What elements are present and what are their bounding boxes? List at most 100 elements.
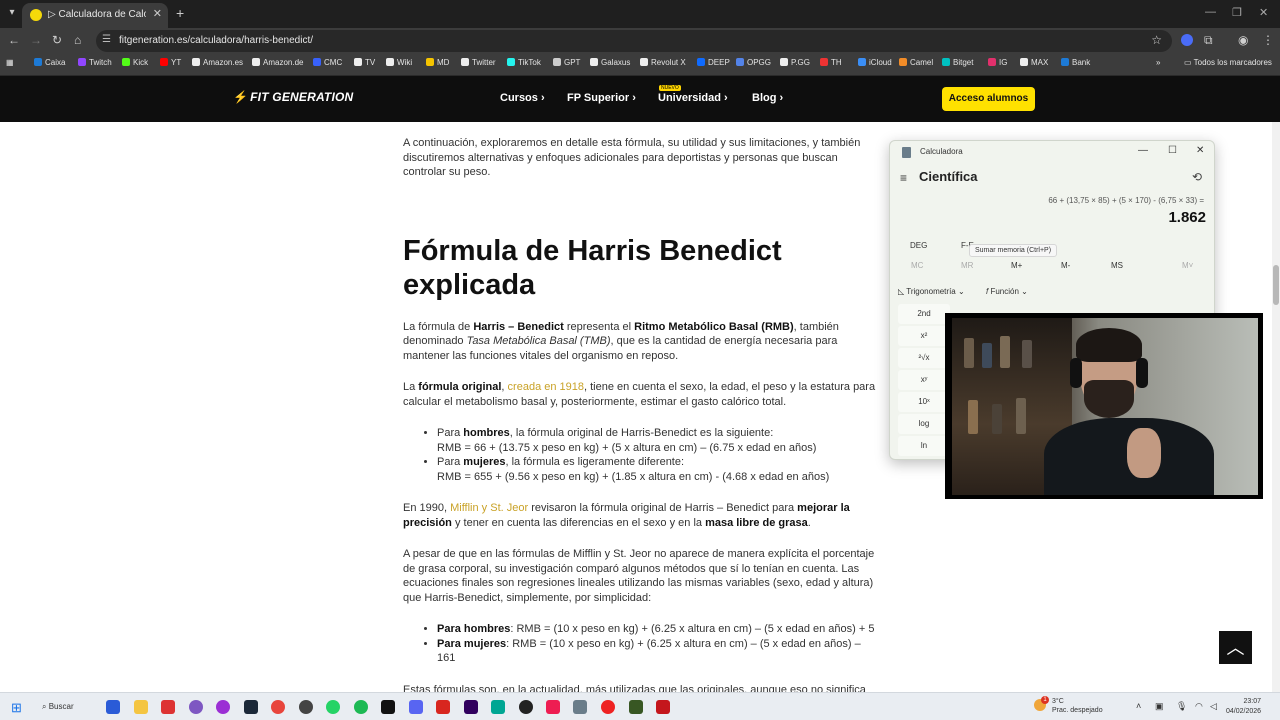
nav-cursos[interactable]: Cursos ›: [500, 92, 545, 104]
restore-window-icon[interactable]: ❐: [1232, 6, 1242, 19]
file-explorer-icon[interactable]: [134, 700, 148, 714]
bookmark-twitter[interactable]: Twitter: [461, 58, 496, 67]
bookmark-camel[interactable]: Camel: [899, 58, 933, 67]
system-clock[interactable]: 23:07 04/02/2026: [1226, 697, 1261, 717]
hamburger-menu-icon[interactable]: ≡: [900, 171, 907, 185]
bookmark-cmc[interactable]: CMC: [313, 58, 342, 67]
wifi-icon[interactable]: ◠: [1195, 701, 1203, 712]
task-view-icon[interactable]: [106, 700, 120, 714]
square-key[interactable]: x²: [898, 326, 950, 346]
minimize-window-icon[interactable]: —: [1205, 6, 1216, 18]
tray-chevron-icon[interactable]: ˄: [1136, 701, 1141, 711]
microphone-icon[interactable]: 🎙: [1176, 701, 1187, 712]
bookmark-caixa[interactable]: Caixa: [34, 58, 65, 67]
bookmark-revolut-x[interactable]: Revolut X: [640, 58, 686, 67]
calculator-titlebar[interactable]: Calculadora — ☐ ✕: [890, 141, 1214, 163]
whatsapp-icon[interactable]: [326, 700, 340, 714]
link-creada-1918[interactable]: creada en 1918: [508, 381, 584, 393]
bookmark-deep[interactable]: DEEP: [697, 58, 730, 67]
bookmark-wiki[interactable]: Wiki: [386, 58, 412, 67]
windows-start-icon[interactable]: ⊞: [11, 700, 22, 716]
memory-add-button[interactable]: M+: [1011, 261, 1022, 270]
calc-close-icon[interactable]: ✕: [1196, 145, 1204, 156]
browser-tab[interactable]: ▷ Calculadora de Calorías Harr ✕: [22, 3, 168, 28]
root-key[interactable]: ²√x: [898, 348, 950, 368]
reload-icon[interactable]: ↻: [52, 33, 62, 47]
function-dropdown[interactable]: f Función ⌄: [986, 287, 1028, 296]
app-teal-icon[interactable]: [491, 700, 505, 714]
app-red-icon[interactable]: [161, 700, 175, 714]
bookmarks-overflow-icon[interactable]: »: [1156, 58, 1160, 67]
extension-icon[interactable]: [1181, 34, 1193, 46]
angle-unit-button[interactable]: DEG: [910, 241, 927, 250]
acrobat-icon[interactable]: [436, 700, 450, 714]
memory-list-button[interactable]: M˅: [1182, 261, 1193, 270]
page-scrollbar-thumb[interactable]: [1273, 265, 1279, 305]
taskbar-search[interactable]: ⌕ Buscar: [42, 698, 92, 715]
bookmark-galaxus[interactable]: Galaxus: [590, 58, 630, 67]
bookmark-ig[interactable]: IG: [988, 58, 1007, 67]
site-logo[interactable]: ⚡ FIT GENERATION: [233, 90, 353, 104]
menu-kebab-icon[interactable]: ⋮: [1262, 33, 1274, 47]
obs-icon[interactable]: [519, 700, 533, 714]
tray-app-icon[interactable]: ▣: [1155, 701, 1164, 712]
bookmark-kick[interactable]: Kick: [122, 58, 148, 67]
back-icon[interactable]: ←: [8, 33, 20, 47]
pdf-icon[interactable]: [656, 700, 670, 714]
second-key[interactable]: 2nd: [898, 304, 950, 324]
ten-power-key[interactable]: 10ˣ: [898, 392, 950, 412]
calculator-taskbar-icon[interactable]: [573, 700, 587, 714]
all-bookmarks-folder[interactable]: ▭ Todos los marcadores: [1184, 58, 1272, 67]
bookmark-twitch[interactable]: Twitch: [78, 58, 112, 67]
student-access-button[interactable]: Acceso alumnos: [942, 87, 1035, 111]
chrome-icon[interactable]: [271, 700, 285, 714]
nav-universidad[interactable]: Universidad ›: [658, 92, 728, 104]
app-purple-ring-icon[interactable]: [189, 700, 203, 714]
ln-key[interactable]: ln: [898, 436, 950, 456]
tab-close-icon[interactable]: ✕: [153, 7, 162, 20]
bookmark-md[interactable]: MD: [426, 58, 449, 67]
bookmark-icloud[interactable]: iCloud: [858, 58, 892, 67]
bookmark-yt[interactable]: YT: [160, 58, 181, 67]
tab-search-icon[interactable]: ▾: [4, 5, 20, 21]
premiere-icon[interactable]: [464, 700, 478, 714]
memory-recall-button[interactable]: MR: [961, 261, 973, 270]
spotify-icon[interactable]: [354, 700, 368, 714]
memory-clear-button[interactable]: MC: [911, 261, 923, 270]
scroll-to-top-button[interactable]: ︿: [1219, 631, 1252, 664]
bookmark-tv[interactable]: TV: [354, 58, 375, 67]
chatgpt-icon[interactable]: [299, 700, 313, 714]
close-window-icon[interactable]: ✕: [1259, 6, 1268, 19]
extensions-puzzle-icon[interactable]: ⧉: [1204, 33, 1213, 48]
app-purple-icon[interactable]: [216, 700, 230, 714]
app-green-icon[interactable]: [629, 700, 643, 714]
bookmark-max[interactable]: MAX: [1020, 58, 1048, 67]
forward-icon[interactable]: →: [30, 33, 42, 47]
trigonometry-dropdown[interactable]: ◺ Trigonometría ⌄: [898, 287, 965, 296]
weather-widget[interactable]: 1 3°C Prac. despejado: [1034, 696, 1103, 715]
site-info-icon[interactable]: ☰: [102, 34, 111, 45]
page-scrollbar-track[interactable]: [1272, 122, 1280, 692]
nav-blog[interactable]: Blog ›: [752, 92, 783, 104]
bookmark-tiktok[interactable]: TikTok: [507, 58, 541, 67]
bookmark-opgg[interactable]: OPGG: [736, 58, 771, 67]
profile-icon[interactable]: ◉: [1238, 33, 1248, 47]
home-icon[interactable]: ⌂: [74, 33, 81, 47]
discord-icon[interactable]: [409, 700, 423, 714]
memory-subtract-button[interactable]: M-: [1061, 261, 1070, 270]
tiktok-icon[interactable]: [381, 700, 395, 714]
bookmark-bitget[interactable]: Bitget: [942, 58, 973, 67]
bookmark-p-gg[interactable]: P.GG: [780, 58, 810, 67]
bookmark-bank[interactable]: Bank: [1061, 58, 1090, 67]
link-mifflin-st-jeor[interactable]: Mifflin y St. Jeor: [450, 502, 528, 514]
new-tab-icon[interactable]: +: [176, 5, 184, 21]
power-key[interactable]: xʸ: [898, 370, 950, 390]
app-red-circle-icon[interactable]: [601, 700, 615, 714]
nav-fp-superior[interactable]: FP Superior ›: [567, 92, 636, 104]
bookmark-gpt[interactable]: GPT: [553, 58, 580, 67]
calc-maximize-icon[interactable]: ☐: [1168, 145, 1177, 156]
steam-icon[interactable]: [244, 700, 258, 714]
volume-icon[interactable]: ◁: [1210, 701, 1217, 712]
history-icon[interactable]: ⟲: [1192, 170, 1202, 184]
memory-store-button[interactable]: MS: [1111, 261, 1123, 270]
